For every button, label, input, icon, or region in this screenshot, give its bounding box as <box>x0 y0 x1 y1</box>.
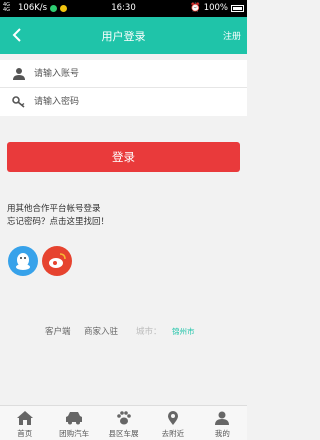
status-bar: 4G 4G 106K/s 16:30 ⏰ 100% <box>0 0 247 17</box>
password-input[interactable] <box>34 92 234 112</box>
merchant-link[interactable]: 商家入驻 <box>84 325 118 337</box>
alarm-icon: ⏰ <box>190 3 201 13</box>
password-row <box>0 88 247 116</box>
battery-percentage: 100% <box>203 3 228 13</box>
tab-mine[interactable]: 我的 <box>198 406 247 440</box>
username-input[interactable] <box>34 64 234 84</box>
bottom-tab-bar: 首页 团购汽车 县区车展 去附近 我的 <box>0 405 247 440</box>
battery-icon <box>231 4 244 12</box>
forgot-password-link[interactable]: 忘记密码？点击这里找回！ <box>7 215 109 227</box>
user-icon <box>215 411 230 425</box>
tab-label: 去附近 <box>161 429 185 438</box>
page-title: 用户登录 <box>101 30 146 43</box>
tab-home[interactable]: 首页 <box>0 406 49 440</box>
home-icon <box>16 411 33 425</box>
other-login-label: 用其他合作平台帐号登录 <box>7 204 101 214</box>
tab-label: 团购汽车 <box>59 429 90 438</box>
paw-icon <box>116 411 131 425</box>
city-label: 城市： <box>136 327 162 337</box>
tab-nearby[interactable]: 去附近 <box>148 406 197 440</box>
qq-icon[interactable] <box>8 246 38 276</box>
register-button[interactable]: 注册 <box>223 29 241 42</box>
client-link[interactable]: 客户端 <box>45 325 71 337</box>
user-icon <box>13 68 25 80</box>
username-row <box>0 60 247 88</box>
app-header: 用户登录 注册 <box>0 17 247 54</box>
login-form <box>0 60 247 116</box>
tab-label: 首页 <box>17 429 33 438</box>
weibo-icon[interactable] <box>42 246 72 276</box>
car-icon <box>66 412 83 425</box>
tab-group-buy-car[interactable]: 团购汽车 <box>49 406 98 440</box>
key-icon <box>12 96 25 108</box>
tab-county-car-show[interactable]: 县区车展 <box>99 406 148 440</box>
location-pin-icon <box>167 411 178 425</box>
city-selector[interactable]: 锦州市 <box>172 326 195 337</box>
tab-label: 县区车展 <box>108 429 139 438</box>
tab-label: 我的 <box>214 429 230 438</box>
login-button[interactable]: 登录 <box>7 142 240 172</box>
